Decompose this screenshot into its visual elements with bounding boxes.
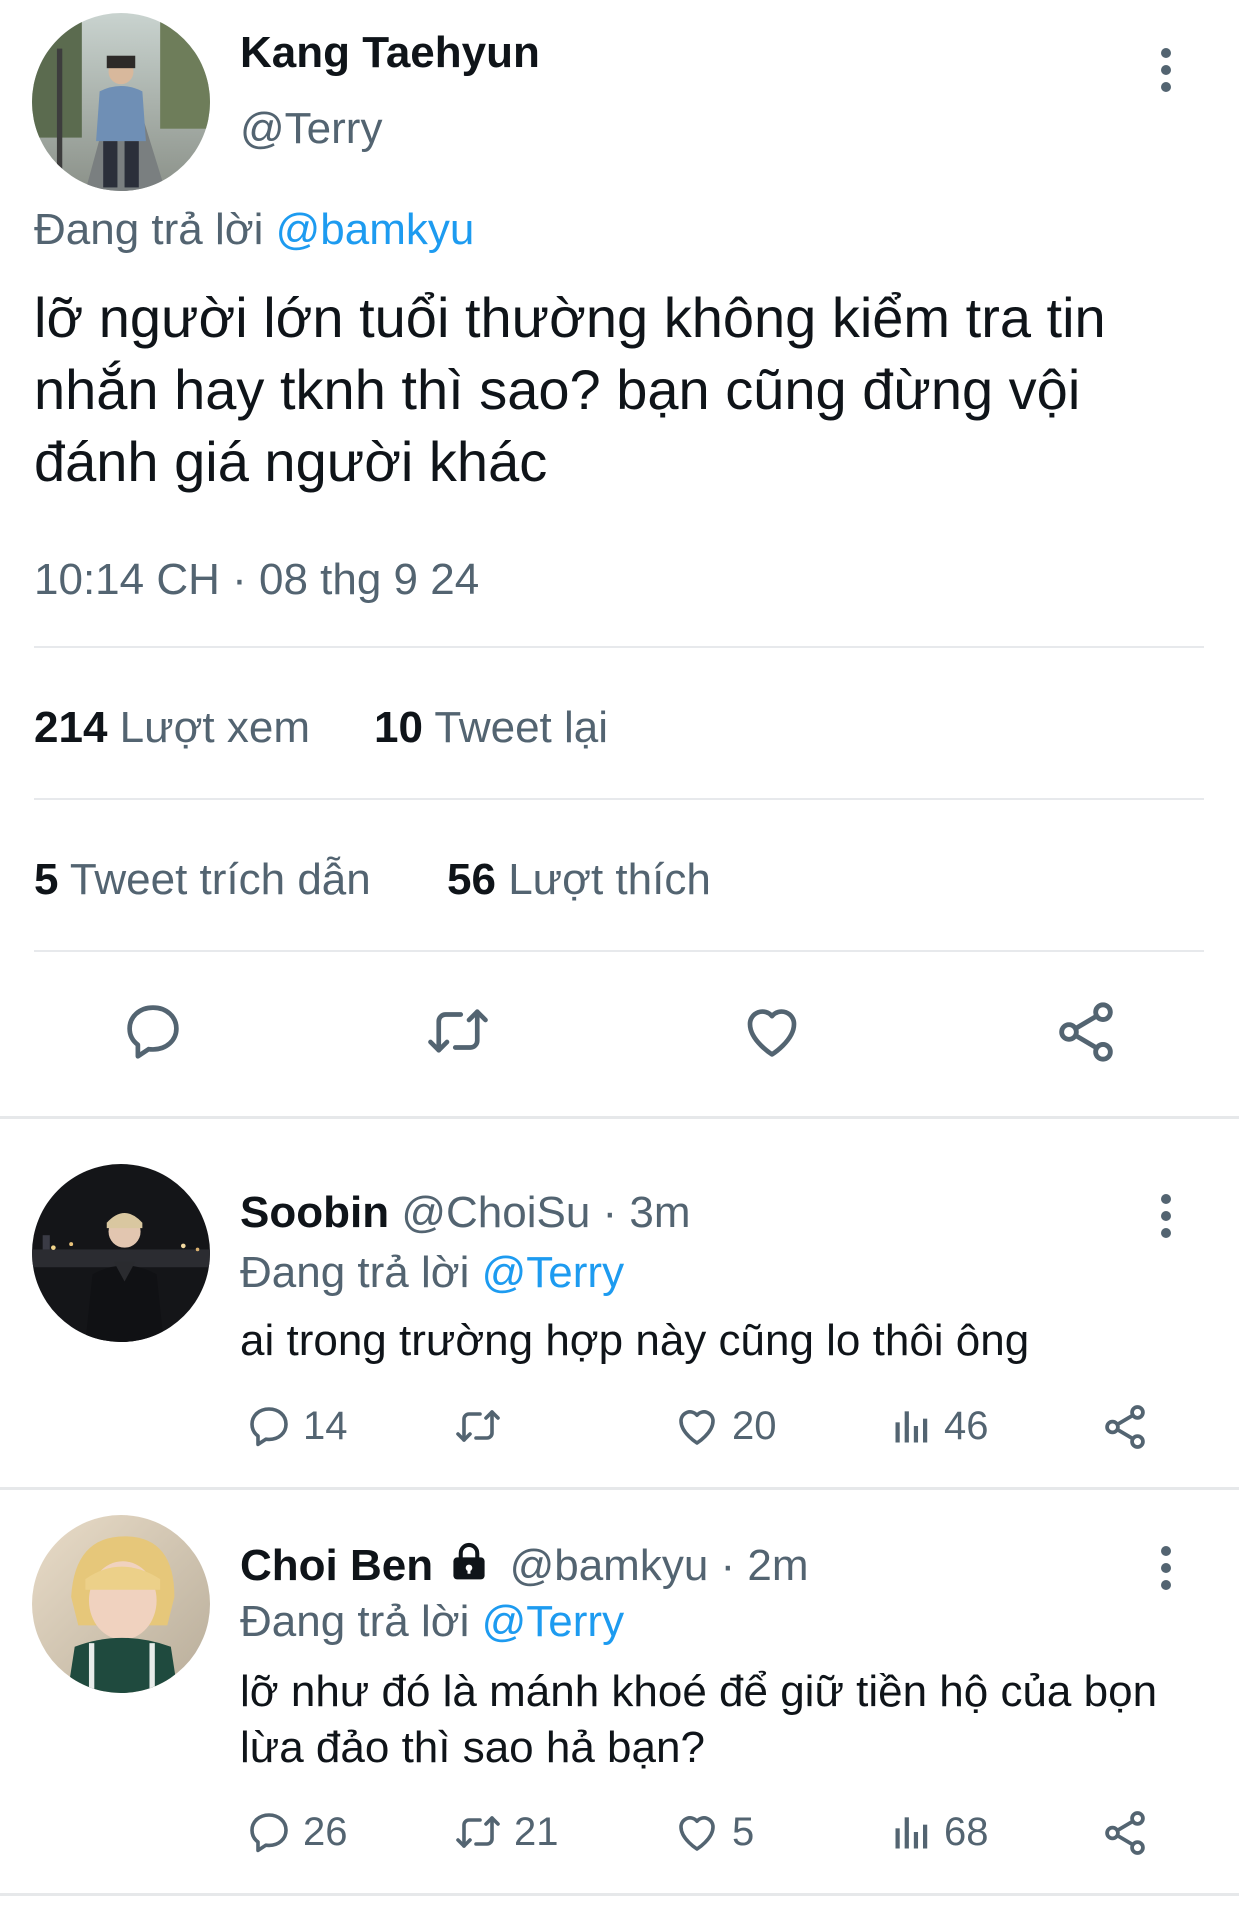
section-divider xyxy=(0,1116,1239,1119)
like-icon xyxy=(679,1410,715,1445)
reply-time[interactable]: · 3m xyxy=(590,1188,691,1237)
views-icon xyxy=(895,1817,928,1849)
avatar[interactable] xyxy=(32,1164,210,1342)
replying-to-handle[interactable]: @bamkyu xyxy=(276,205,475,254)
share-icon xyxy=(1105,1405,1145,1449)
reply-icon[interactable] xyxy=(120,998,186,1064)
reply-author-name[interactable]: Choi Ben xyxy=(240,1541,433,1590)
share-icon[interactable] xyxy=(1052,998,1120,1066)
views-button[interactable]: 68 xyxy=(890,1808,989,1856)
views-count: 214 xyxy=(34,703,108,752)
reply-count: 26 xyxy=(303,1809,348,1854)
reply-author-handle[interactable]: @bamkyu xyxy=(510,1541,709,1590)
retweet-button[interactable] xyxy=(452,1402,514,1450)
tweet-thread: Kang Taehyun @Terry Đang trả lời @bamkyu… xyxy=(0,0,1239,1920)
retweet-count: 21 xyxy=(514,1809,559,1854)
lock-icon xyxy=(447,1540,491,1595)
replying-to-handle[interactable]: @Terry xyxy=(482,1597,624,1646)
reply-icon xyxy=(250,1407,288,1447)
like-icon[interactable] xyxy=(738,998,806,1064)
avatar[interactable] xyxy=(32,13,210,191)
retweet-icon xyxy=(456,1410,500,1442)
retweet-icon[interactable] xyxy=(423,998,493,1064)
more-options-icon[interactable] xyxy=(1146,1538,1186,1598)
retweets-label: Tweet lại xyxy=(434,703,609,752)
quotes-count: 5 xyxy=(34,855,59,904)
replying-to-label: Đang trả lời xyxy=(240,1248,482,1297)
reply-time[interactable]: · 2m xyxy=(708,1541,809,1590)
author-name[interactable]: Kang Taehyun xyxy=(240,28,540,78)
replying-to-label: Đang trả lời xyxy=(34,205,276,254)
views-stat[interactable]: 214 Lượt xem xyxy=(34,703,310,753)
like-count: 5 xyxy=(732,1809,755,1854)
views-icon xyxy=(895,1411,928,1443)
section-divider xyxy=(0,1487,1239,1490)
quotes-stat[interactable]: 5 Tweet trích dẫn xyxy=(34,855,371,905)
replying-to: Đang trả lời @Terry xyxy=(240,1248,624,1298)
avatar[interactable] xyxy=(32,1515,210,1693)
divider xyxy=(34,950,1204,952)
reply-count: 14 xyxy=(303,1403,348,1448)
reply-button[interactable]: 14 xyxy=(245,1402,348,1450)
views-label: Lượt xem xyxy=(119,703,311,752)
like-button[interactable]: 5 xyxy=(672,1808,754,1856)
reply-text: lỡ như đó là mánh khoé để giữ tiền hộ củ… xyxy=(240,1667,1158,1772)
likes-count: 56 xyxy=(447,855,496,904)
reply-icon xyxy=(250,1813,288,1853)
reply-text: ai trong trường hợp này cũng lo thôi ông xyxy=(240,1316,1030,1365)
like-button[interactable]: 20 xyxy=(672,1402,777,1450)
more-options-icon[interactable] xyxy=(1146,1186,1186,1246)
reply-button[interactable]: 26 xyxy=(245,1808,348,1856)
share-icon xyxy=(1105,1811,1145,1855)
share-button[interactable] xyxy=(1100,1808,1150,1858)
quotes-label: Tweet trích dẫn xyxy=(69,855,371,904)
author-handle[interactable]: @Terry xyxy=(240,104,382,154)
retweets-count: 10 xyxy=(374,703,423,752)
views-count: 68 xyxy=(944,1809,989,1854)
reply-header: Choi Ben @bamkyu · 2m xyxy=(240,1540,809,1595)
views-count: 46 xyxy=(944,1403,989,1448)
more-options-icon[interactable] xyxy=(1146,40,1186,100)
views-button[interactable]: 46 xyxy=(890,1402,989,1450)
replying-to-label: Đang trả lời xyxy=(240,1597,482,1646)
like-icon xyxy=(679,1816,715,1851)
like-count: 20 xyxy=(732,1403,777,1448)
likes-label: Lượt thích xyxy=(508,855,711,904)
share-button[interactable] xyxy=(1100,1402,1150,1452)
replying-to-handle[interactable]: @Terry xyxy=(482,1248,624,1297)
retweets-stat[interactable]: 10 Tweet lại xyxy=(374,703,608,753)
replying-to: Đang trả lời @bamkyu xyxy=(34,205,474,255)
reply-author-name[interactable]: Soobin xyxy=(240,1188,389,1237)
section-divider xyxy=(0,1893,1239,1896)
reply-header: Soobin @ChoiSu · 3m xyxy=(240,1188,691,1238)
retweet-button[interactable]: 21 xyxy=(452,1808,559,1856)
tweet-timestamp[interactable]: 10:14 CH · 08 thg 9 24 xyxy=(34,555,479,605)
tweet-text: lỡ người lớn tuổi thường không kiểm tra … xyxy=(34,286,1106,493)
likes-stat[interactable]: 56 Lượt thích xyxy=(447,855,711,905)
replying-to: Đang trả lời @Terry xyxy=(240,1597,624,1647)
retweet-icon xyxy=(456,1816,500,1848)
divider xyxy=(34,798,1204,800)
divider xyxy=(34,646,1204,648)
reply-author-handle[interactable]: @ChoiSu xyxy=(401,1188,590,1237)
